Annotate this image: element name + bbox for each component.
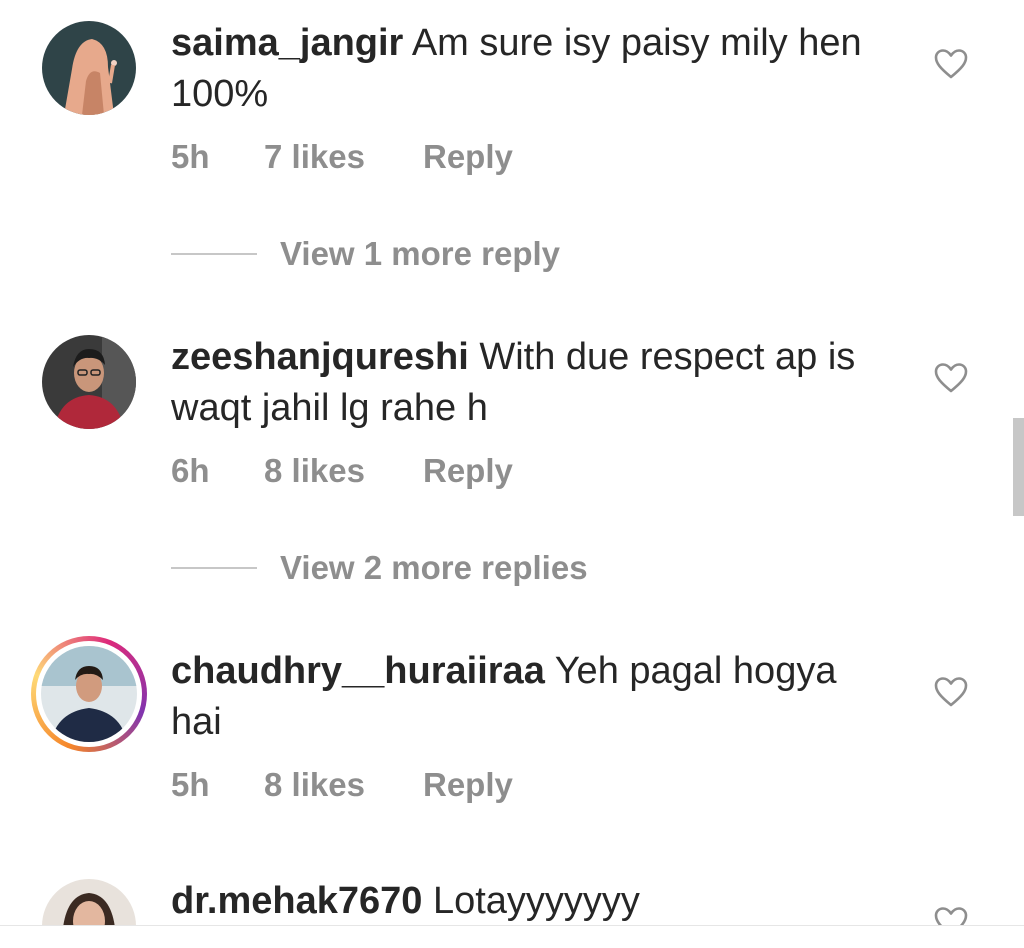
comment-username[interactable]: zeeshanjqureshi — [171, 336, 469, 378]
heart-icon[interactable] — [934, 362, 968, 394]
reply-button[interactable]: Reply — [423, 452, 513, 490]
comment-username[interactable]: saima_jangir — [171, 22, 403, 64]
comment-likes[interactable]: 7 likes — [264, 138, 365, 176]
view-replies-label: View 2 more replies — [280, 549, 588, 586]
comment-time: 5h — [171, 138, 210, 175]
avatar-image — [42, 21, 136, 115]
reply-button[interactable]: Reply — [423, 766, 513, 804]
comment-item: saima_jangir Am sure isy paisy mily hen … — [0, 0, 1024, 290]
comment-time: 6h — [171, 452, 210, 489]
divider-line — [171, 567, 257, 569]
avatar-image — [42, 879, 136, 926]
comment-likes[interactable]: 8 likes — [264, 766, 365, 804]
comment-text: zeeshanjqureshi With due respect ap is w… — [171, 332, 891, 434]
heart-icon[interactable] — [934, 906, 968, 926]
comment-username[interactable]: dr.mehak7670 — [171, 880, 422, 922]
comment-text: dr.mehak7670 Lotayyyyyyy — [171, 876, 891, 926]
divider-line — [171, 253, 257, 255]
comment-username[interactable]: chaudhry__huraiiraa — [171, 650, 545, 692]
avatar[interactable] — [42, 335, 136, 429]
heart-icon[interactable] — [934, 48, 968, 80]
comment-item: zeeshanjqureshi With due respect ap is w… — [0, 314, 1024, 604]
comment-item: chaudhry__huraiiraa Yeh pagal hogya hai … — [0, 628, 1024, 828]
reply-button[interactable]: Reply — [423, 138, 513, 176]
comment-time: 5h — [171, 766, 210, 803]
avatar[interactable] — [42, 879, 136, 926]
avatar[interactable] — [42, 21, 136, 115]
comment-text: saima_jangir Am sure isy paisy mily hen … — [171, 18, 891, 120]
bottom-edge — [0, 925, 1024, 948]
avatar-image — [42, 335, 136, 429]
comment-likes[interactable]: 8 likes — [264, 452, 365, 490]
view-replies-label: View 1 more reply — [280, 235, 561, 272]
heart-icon[interactable] — [934, 676, 968, 708]
comment-item: dr.mehak7670 Lotayyyyyyy — [0, 866, 1024, 926]
avatar-image — [41, 646, 137, 742]
comment-text: chaudhry__huraiiraa Yeh pagal hogya hai — [171, 646, 891, 748]
comment-body: Lotayyyyyyy — [432, 880, 640, 922]
scrollbar[interactable] — [1013, 418, 1024, 516]
story-ring-avatar[interactable] — [31, 636, 147, 752]
